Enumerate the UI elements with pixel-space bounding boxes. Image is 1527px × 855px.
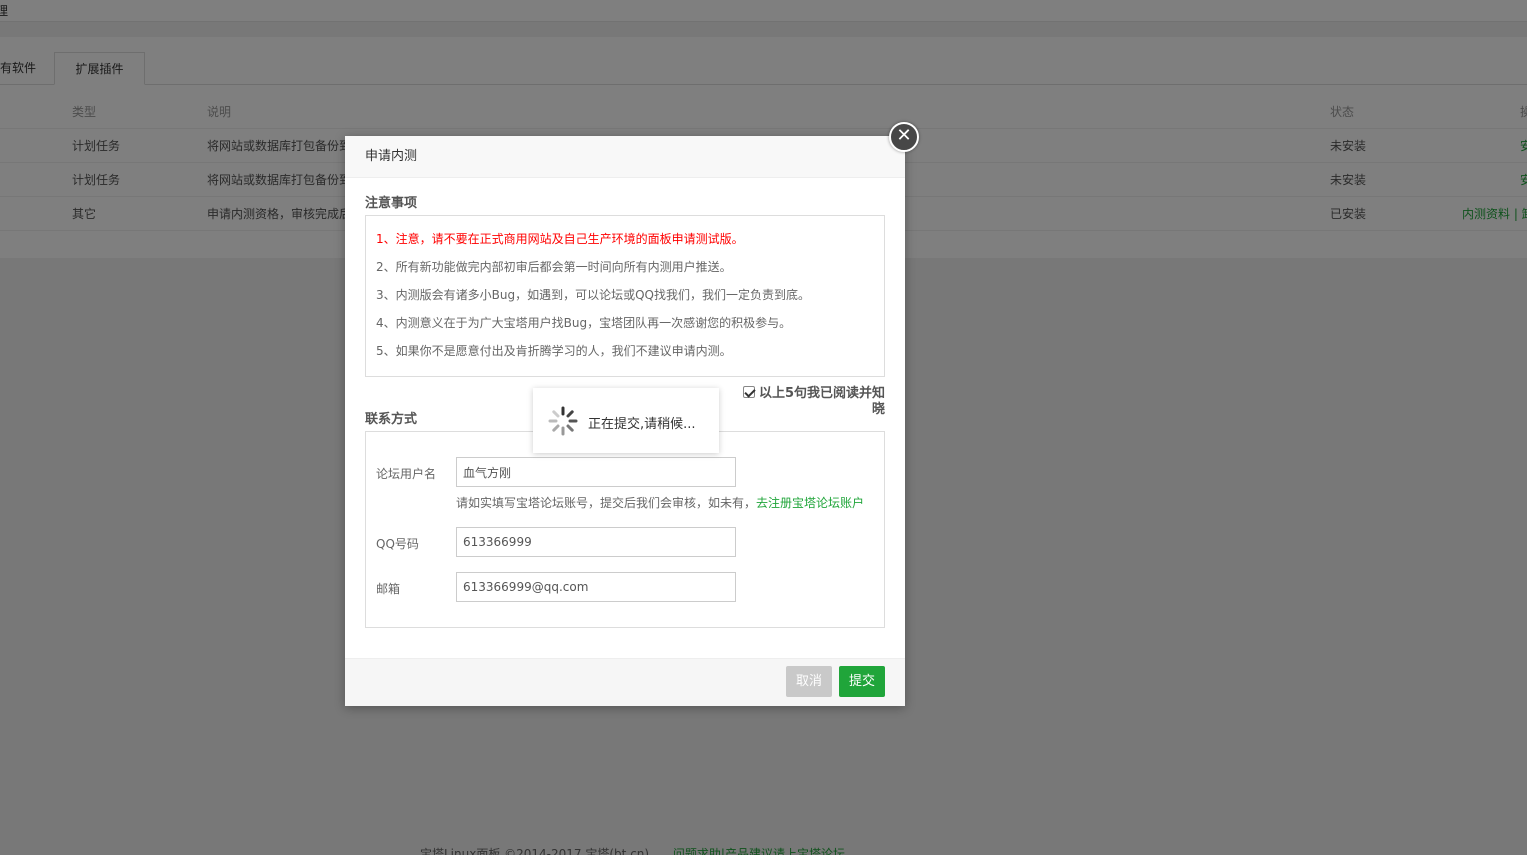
- loading-toast: 正在提交,请稍候...: [533, 388, 719, 453]
- register-forum-link[interactable]: 去注册宝塔论坛账户: [756, 496, 864, 510]
- forum-username-help: 请如实填写宝塔论坛账号，提交后我们会审核，如未有，去注册宝塔论坛账户: [456, 494, 864, 511]
- spinner-icon: [548, 406, 578, 436]
- notice-section-title: 注意事项: [365, 196, 418, 211]
- dialog-title: 申请内测: [345, 136, 905, 178]
- forum-username-label: 论坛用户名: [376, 467, 437, 481]
- forum-username-input[interactable]: [456, 457, 736, 487]
- close-icon[interactable]: ✕: [889, 122, 919, 152]
- email-input[interactable]: [456, 572, 736, 602]
- contact-box: 论坛用户名 请如实填写宝塔论坛账号，提交后我们会审核，如未有，去注册宝塔论坛账户…: [365, 431, 885, 628]
- notice-item: 5、如果你不是愿意付出及肯折腾学习的人，我们不建议申请内测。: [376, 344, 732, 358]
- agree-checkbox[interactable]: [742, 386, 755, 398]
- contact-section-title: 联系方式: [365, 412, 418, 427]
- qq-input[interactable]: [456, 527, 736, 557]
- cancel-button[interactable]: 取消: [786, 666, 832, 697]
- notice-box: 1、注意，请不要在正式商用网站及自己生产环境的面板申请测试版。 2、所有新功能做…: [365, 215, 885, 377]
- forum-help-text: 请如实填写宝塔论坛账号，提交后我们会审核，如未有，: [456, 496, 757, 510]
- notice-item: 4、内测意义在于为广大宝塔用户找Bug，宝塔团队再一次感谢您的积极参与。: [376, 316, 792, 330]
- agree-label: 以上5句我已阅读并知晓: [758, 386, 885, 417]
- submit-button[interactable]: 提交: [839, 666, 885, 697]
- loading-text: 正在提交,请稍候...: [588, 417, 696, 432]
- notice-item: 3、内测版会有诸多小Bug，如遇到，可以论坛或QQ找我们，我们一定负责到底。: [376, 288, 810, 302]
- dialog-footer: 取消 提交: [345, 658, 905, 706]
- email-label: 邮箱: [376, 582, 401, 596]
- agree-checkbox-row[interactable]: 以上5句我已阅读并知晓: [741, 386, 885, 418]
- notice-item: 1、注意，请不要在正式商用网站及自己生产环境的面板申请测试版。: [376, 232, 744, 246]
- notice-item: 2、所有新功能做完内部初审后都会第一时间向所有内测用户推送。: [376, 260, 732, 274]
- qq-label: QQ号码: [376, 537, 419, 551]
